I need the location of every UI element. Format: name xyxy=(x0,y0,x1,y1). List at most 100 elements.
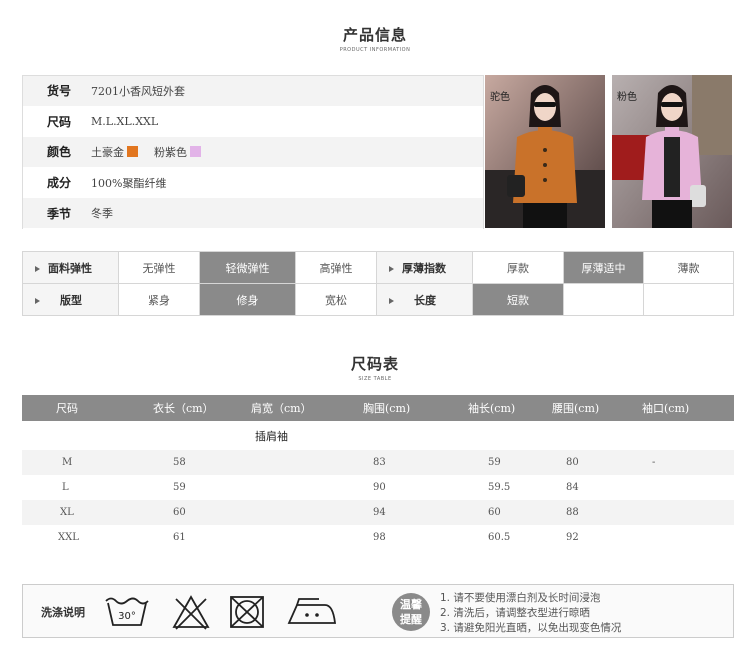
attr-opt-r2a-2: 宽松 xyxy=(295,283,377,316)
attribute-label-thickness: 厚薄指数 xyxy=(376,251,473,284)
attribute-label-text: 厚薄指数 xyxy=(402,261,446,275)
sleeve-note: 插肩袖 xyxy=(255,429,288,443)
info-row-material: 成分 100%聚酯纤维 xyxy=(23,167,483,199)
attr-opt-r2b-1 xyxy=(563,283,644,316)
size-header: 袖长(cm) xyxy=(468,395,552,421)
attribute-label-text: 长度 xyxy=(414,293,436,307)
photo-label: 驼色 xyxy=(490,92,510,103)
table-row: XL 60 94 60 88 xyxy=(22,500,734,525)
size-cell xyxy=(251,475,363,500)
photo-label: 粉色 xyxy=(617,92,637,103)
product-info-title-en: PRODUCT INFORMATION xyxy=(339,47,411,53)
size-cell: 94 xyxy=(363,500,468,525)
size-cell: L xyxy=(62,482,69,493)
info-row-season: 季节 冬季 xyxy=(23,198,483,229)
info-label: 成分 xyxy=(47,176,72,191)
attribute-label-fit: 版型 xyxy=(22,283,119,316)
size-chart-title: 尺码表 SIZE TABLE xyxy=(0,353,750,382)
size-cell: 80 xyxy=(552,450,642,475)
size-cell: 92 xyxy=(566,532,579,543)
no-tumble-dry-icon xyxy=(230,596,264,628)
size-cell: M xyxy=(22,450,153,475)
reminder-badge-line: 温馨 xyxy=(400,598,422,611)
color-name-gold: 土豪金 xyxy=(91,145,124,159)
triangle-icon xyxy=(389,297,394,304)
product-photo-camel: 驼色 xyxy=(485,75,605,228)
wash-temp: 30° xyxy=(118,611,136,622)
info-value: 100%聚酯纤维 xyxy=(91,176,167,190)
size-chart-title-cn: 尺码表 xyxy=(350,355,399,373)
size-cell xyxy=(642,500,734,525)
info-label: 颜色 xyxy=(47,145,72,160)
size-cell: 59.5 xyxy=(488,482,511,493)
attr-opt-r1a-2: 高弹性 xyxy=(295,251,377,284)
reminder-badge: 温馨 提醒 xyxy=(392,593,430,631)
color-swatch-gold xyxy=(127,146,138,158)
attr-opt-r1a-0: 无弹性 xyxy=(118,251,200,284)
attribute-grid: 面料弹性 无弹性 轻微弹性 高弹性 厚薄指数 厚款 厚薄适中 薄款 版型 紧身 … xyxy=(22,251,734,316)
product-info-table: 货号 7201小香风短外套 尺码 M.L.XL.XXL 颜色 土豪金 粉紫色 成… xyxy=(22,75,484,229)
info-label: 季节 xyxy=(47,206,72,221)
size-chart-table: 尺码 衣长（cm） 肩宽（cm） 胸围(cm) 袖长(cm) 腰围(cm) 袖口… xyxy=(22,395,734,550)
care-instructions: 洗涤说明 30° 温馨 提醒 1. 请不要使用漂白剂及长时间浸泡 2. 清洗后，… xyxy=(22,584,734,638)
size-header: 尺码 xyxy=(22,395,153,421)
attribute-row-1: 面料弹性 无弹性 轻微弹性 高弹性 厚薄指数 厚款 厚薄适中 薄款 xyxy=(22,251,734,284)
care-tip: 2. 清洗后，请调整衣型进行晾晒 xyxy=(440,607,590,619)
wash-30-icon: 30° xyxy=(105,597,149,626)
size-cell: 84 xyxy=(566,482,579,493)
reminder-badge-line: 提醒 xyxy=(400,613,422,626)
size-cell: XXL xyxy=(58,532,79,543)
attr-opt-r2b-0: 短款 xyxy=(472,283,564,316)
size-note-row: 插肩袖 xyxy=(22,421,734,450)
info-row-sku: 货号 7201小香风短外套 xyxy=(23,76,483,107)
size-cell xyxy=(251,525,363,550)
attribute-label-text: 面料弹性 xyxy=(48,261,92,275)
no-bleach-icon xyxy=(172,595,210,630)
iron-medium-icon xyxy=(287,598,337,624)
info-row-size: 尺码 M.L.XL.XXL xyxy=(23,106,483,138)
size-cell: 58 xyxy=(153,450,251,475)
info-value: M.L.XL.XXL xyxy=(91,114,159,128)
care-tips: 1. 请不要使用漂白剂及长时间浸泡 2. 清洗后，请调整衣型进行晾晒 3. 请避… xyxy=(440,591,621,636)
size-cell: 61 xyxy=(173,532,186,543)
attr-opt-r1b-2: 薄款 xyxy=(643,251,734,284)
size-header-row: 尺码 衣长（cm） 肩宽（cm） 胸围(cm) 袖长(cm) 腰围(cm) 袖口… xyxy=(22,395,734,421)
care-tip: 1. 请不要使用漂白剂及长时间浸泡 xyxy=(440,592,601,604)
care-label: 洗涤说明 xyxy=(41,606,85,619)
size-cell xyxy=(251,500,363,525)
info-label: 尺码 xyxy=(47,114,72,129)
info-value: 7201小香风短外套 xyxy=(91,84,185,98)
color-options: 土豪金 粉紫色 xyxy=(91,144,217,160)
info-row-color: 颜色 土豪金 粉紫色 xyxy=(23,137,483,168)
product-photo-pink: 粉色 xyxy=(612,75,732,228)
info-value: 冬季 xyxy=(91,207,113,221)
size-chart-title-en: SIZE TABLE xyxy=(358,376,392,382)
attr-opt-r2a-1: 修身 xyxy=(199,283,296,316)
attribute-label-text: 版型 xyxy=(60,293,82,307)
attr-opt-r1b-0: 厚款 xyxy=(472,251,564,284)
size-cell: 59 xyxy=(173,482,186,493)
size-header: 腰围(cm) xyxy=(552,395,642,421)
size-cell: 90 xyxy=(373,482,386,493)
size-cell: 60 xyxy=(153,500,251,525)
product-info-title: 产品信息 PRODUCT INFORMATION xyxy=(0,24,750,53)
size-cell xyxy=(642,525,734,550)
size-cell: XL xyxy=(22,500,153,525)
size-cell: 59 xyxy=(468,450,552,475)
product-info-title-cn: 产品信息 xyxy=(342,26,407,44)
attribute-label-elasticity: 面料弹性 xyxy=(22,251,119,284)
size-cell xyxy=(251,450,363,475)
care-tip: 3. 请避免阳光直晒，以免出现变色情况 xyxy=(440,622,622,634)
size-cell: 60.5 xyxy=(488,532,511,543)
attribute-label-length: 长度 xyxy=(376,283,473,316)
triangle-icon xyxy=(389,265,394,272)
info-label: 货号 xyxy=(47,84,72,99)
size-cell: 83 xyxy=(363,450,468,475)
size-header: 胸围(cm) xyxy=(363,395,468,421)
table-row: XXL 61 98 60.5 92 xyxy=(22,525,734,550)
attribute-row-2: 版型 紧身 修身 宽松 长度 短款 xyxy=(22,283,734,316)
triangle-icon xyxy=(35,265,40,272)
size-header: 肩宽（cm） xyxy=(251,395,363,421)
color-swatch-pink xyxy=(190,146,201,158)
table-row: M 58 83 59 80 - xyxy=(22,450,734,475)
